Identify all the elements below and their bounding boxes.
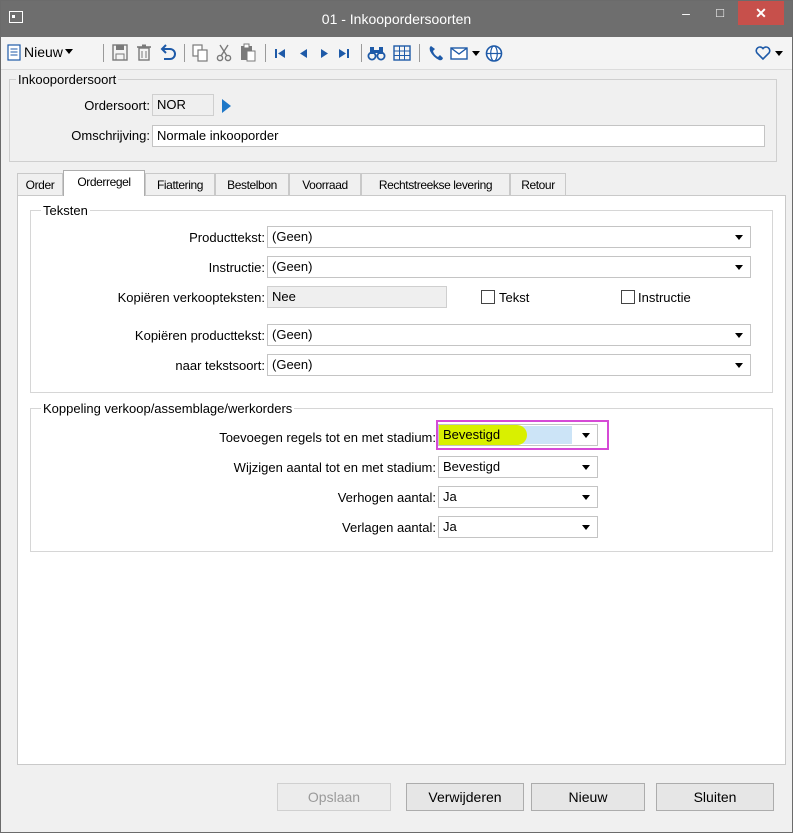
ordersoort-field[interactable]: NOR (152, 94, 214, 116)
wijzigen-aantal-select[interactable]: Bevestigd (438, 456, 598, 478)
kopieren-verkoopteksten-label: Kopiëren verkoopteksten: (117, 290, 265, 305)
next-record-icon[interactable] (317, 43, 331, 63)
kopieren-verkoopteksten-field[interactable]: Nee (267, 286, 447, 308)
producttekst-select[interactable]: (Geen) (267, 226, 751, 248)
tab-rechtstreekse-levering[interactable]: Rechtstreekse levering (361, 173, 510, 195)
first-record-icon[interactable] (273, 43, 287, 63)
kopieren-producttekst-select[interactable]: (Geen) (267, 324, 751, 346)
toevoegen-regels-value: Bevestigd (443, 427, 501, 442)
close-window-button[interactable]: ✕ (738, 1, 784, 25)
maximize-button[interactable]: □ (703, 1, 737, 25)
header-group: Inkoopordersoort Ordersoort: NOR Omschri… (9, 72, 777, 162)
tab-fiattering[interactable]: Fiattering (145, 173, 215, 195)
omschrijving-label: Omschrijving: (71, 128, 150, 143)
producttekst-label: Producttekst: (189, 230, 265, 245)
chevron-down-icon (735, 363, 743, 368)
instructie-value: (Geen) (272, 259, 313, 274)
title-bar: 01 - Inkoopordersoorten – □ ✕ (1, 1, 792, 37)
grid-icon[interactable] (392, 43, 412, 63)
chevron-down-icon (582, 465, 590, 470)
toevoegen-regels-select[interactable]: Bevestigd (438, 424, 598, 446)
chevron-down-icon (735, 333, 743, 338)
chevron-down-icon (735, 235, 743, 240)
close-button[interactable]: Sluiten (656, 783, 774, 811)
chevron-down-icon (582, 433, 590, 438)
email-icon[interactable] (449, 43, 469, 63)
globe-icon[interactable] (484, 43, 504, 63)
koppeling-group-title: Koppeling verkoop/assemblage/werkorders (41, 401, 295, 416)
toolbar-separator (184, 44, 185, 62)
verlagen-aantal-label: Verlagen aantal: (342, 520, 436, 535)
instructie-select[interactable]: (Geen) (267, 256, 751, 278)
undo-icon[interactable] (159, 43, 177, 63)
toolbar-separator (361, 44, 362, 62)
verhogen-aantal-select[interactable]: Ja (438, 486, 598, 508)
phone-icon[interactable] (427, 43, 445, 63)
teksten-group: Teksten Producttekst: (Geen) Instructie:… (30, 203, 773, 393)
new-button[interactable]: Nieuw (531, 783, 645, 811)
verlagen-aantal-value: Ja (443, 519, 457, 534)
verhogen-aantal-value: Ja (443, 489, 457, 504)
delete-icon[interactable] (135, 43, 153, 63)
tab-page-orderregel: Teksten Producttekst: (Geen) Instructie:… (17, 195, 786, 765)
tab-order[interactable]: Order (17, 173, 63, 195)
save-button[interactable]: Opslaan (277, 783, 391, 811)
last-record-icon[interactable] (337, 43, 351, 63)
kopieren-producttekst-label: Kopiëren producttekst: (134, 328, 265, 343)
application-window: 01 - Inkoopordersoorten – □ ✕ Nieuw Inko… (0, 0, 793, 833)
chevron-down-icon (735, 265, 743, 270)
favorite-dropdown-chevron-icon[interactable] (775, 51, 783, 56)
email-dropdown-chevron-icon[interactable] (472, 51, 480, 56)
verlagen-aantal-select[interactable]: Ja (438, 516, 598, 538)
tab-voorraad[interactable]: Voorraad (289, 173, 361, 195)
new-button-label: Nieuw (24, 44, 63, 60)
chevron-down-icon (582, 495, 590, 500)
new-document-icon (7, 44, 21, 61)
naar-tekstsoort-label: naar tekstsoort: (175, 358, 265, 373)
instructie-checkbox[interactable] (621, 290, 635, 304)
search-binoculars-icon[interactable] (367, 43, 387, 63)
omschrijving-field[interactable]: Normale inkooporder (152, 125, 765, 147)
save-icon[interactable] (111, 43, 129, 63)
toolbar-separator (103, 44, 104, 62)
wijzigen-aantal-value: Bevestigd (443, 459, 501, 474)
instructie-label: Instructie: (208, 260, 265, 275)
favorite-heart-icon[interactable] (754, 43, 772, 63)
tab-bestelbon[interactable]: Bestelbon (215, 173, 289, 195)
verhogen-aantal-label: Verhogen aantal: (337, 490, 436, 505)
navigate-arrow-icon[interactable] (222, 99, 231, 113)
tekst-checkbox-label: Tekst (499, 290, 530, 305)
wijzigen-aantal-label: Wijzigen aantal tot en met stadium: (233, 460, 436, 475)
paste-icon[interactable] (239, 43, 257, 63)
previous-record-icon[interactable] (297, 43, 311, 63)
teksten-group-title: Teksten (41, 203, 90, 218)
chevron-down-icon (65, 49, 73, 54)
toolbar: Nieuw (1, 37, 792, 70)
toolbar-separator (419, 44, 420, 62)
minimize-button[interactable]: – (669, 1, 703, 25)
kopieren-producttekst-value: (Geen) (272, 327, 313, 342)
tab-orderregel[interactable]: Orderregel (63, 170, 145, 196)
cut-icon[interactable] (215, 43, 233, 63)
naar-tekstsoort-value: (Geen) (272, 357, 313, 372)
copy-icon[interactable] (191, 43, 209, 63)
delete-button[interactable]: Verwijderen (406, 783, 524, 811)
instructie-checkbox-label: Instructie (638, 290, 691, 305)
chevron-down-icon (582, 525, 590, 530)
toevoegen-regels-label: Toevoegen regels tot en met stadium: (219, 430, 436, 445)
tab-retour[interactable]: Retour (510, 173, 566, 195)
ordersoort-label: Ordersoort: (84, 98, 150, 113)
toolbar-separator (265, 44, 266, 62)
koppeling-group: Koppeling verkoop/assemblage/werkorders … (30, 401, 773, 552)
naar-tekstsoort-select[interactable]: (Geen) (267, 354, 751, 376)
tekst-checkbox[interactable] (481, 290, 495, 304)
producttekst-value: (Geen) (272, 229, 313, 244)
header-group-title: Inkoopordersoort (16, 72, 119, 87)
